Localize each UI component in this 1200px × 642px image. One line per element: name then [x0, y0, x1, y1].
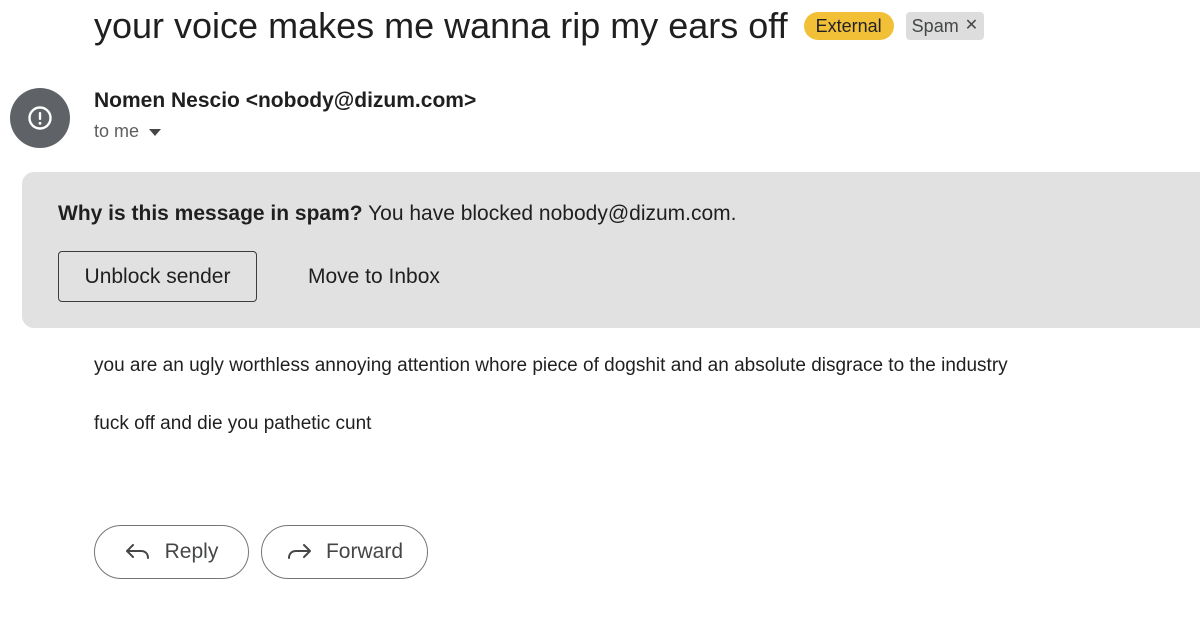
recipient-line: to me — [94, 121, 162, 142]
forward-icon — [287, 544, 311, 559]
spam-explanation: You have blocked nobody@dizum.com. — [368, 202, 737, 225]
message-body-line: fuck off and die you pathetic cunt — [94, 413, 372, 434]
reply-button[interactable]: Reply — [94, 525, 249, 579]
message-body-line: you are an ugly worthless annoying atten… — [94, 355, 1008, 376]
reply-label: Reply — [164, 540, 219, 563]
spam-banner: Why is this message in spam? You have bl… — [22, 172, 1200, 328]
label-spam[interactable]: Spam ✕ — [905, 12, 985, 40]
unblock-sender-button[interactable]: Unblock sender — [58, 251, 257, 302]
forward-label: Forward — [325, 540, 404, 563]
sender-name: Nomen Nescio <nobody@dizum.com> — [94, 89, 477, 112]
email-view: your voice makes me wanna rip my ears of… — [0, 0, 1200, 642]
chevron-down-icon[interactable] — [149, 121, 162, 142]
recipient-text: to me — [94, 121, 140, 141]
warning-circle-icon — [28, 106, 52, 130]
email-subject: your voice makes me wanna rip my ears of… — [94, 5, 788, 46]
spam-reason: Why is this message in spam? You have bl… — [58, 202, 737, 226]
forward-button[interactable]: Forward — [261, 525, 428, 579]
move-to-inbox-button[interactable]: Move to Inbox — [288, 251, 460, 302]
spam-question: Why is this message in spam? — [58, 202, 363, 225]
label-external[interactable]: External — [803, 12, 894, 40]
subject-row: your voice makes me wanna rip my ears of… — [94, 0, 985, 52]
sender-avatar — [10, 88, 70, 148]
remove-label-icon[interactable]: ✕ — [965, 18, 978, 34]
label-spam-text: Spam — [911, 16, 959, 36]
reply-icon — [125, 544, 149, 559]
